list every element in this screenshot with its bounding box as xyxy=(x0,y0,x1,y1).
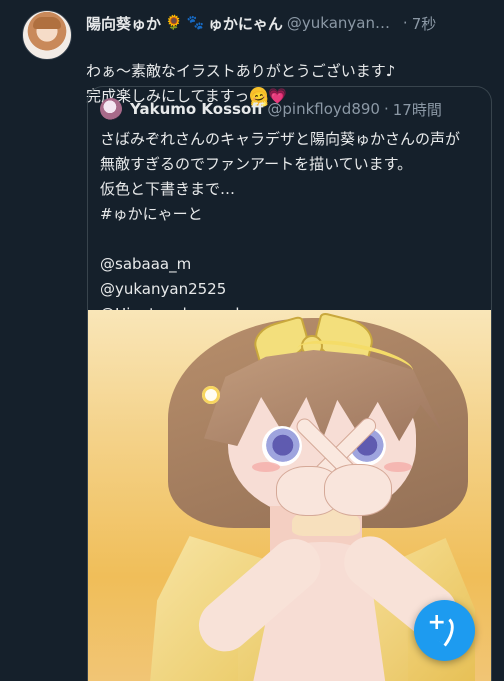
paw-icon: 🐾 xyxy=(186,15,204,31)
quote-avatar[interactable] xyxy=(100,98,122,120)
compose-button[interactable] xyxy=(414,600,475,661)
author-name-suffix[interactable]: ゅかにゃん xyxy=(208,13,283,34)
quote-text: さばみぞれさんのキャラデザと陽向葵ゅかさんの声が 無敵すぎるのでファンアートを描… xyxy=(100,130,461,323)
reply-header: 陽向葵ゅか 🌻 🐾 ゅかにゃん @yukanyan25... · 7秒 xyxy=(86,12,494,34)
quoted-tweet[interactable]: Yakumo Kossoff @pinkfloyd890 · 17時間 さばみぞ… xyxy=(87,86,492,681)
right-fist xyxy=(324,464,392,516)
quote-author-name[interactable]: Yakumo Kossoff xyxy=(130,100,263,118)
author-handle[interactable]: @yukanyan25... xyxy=(287,14,399,32)
feather-plus-icon xyxy=(428,612,462,648)
tweet-timestamp[interactable]: 7秒 xyxy=(412,13,437,34)
avatar[interactable] xyxy=(22,10,72,60)
left-blush xyxy=(252,462,280,472)
quote-separator: · xyxy=(383,100,389,118)
left-eye xyxy=(262,426,302,466)
right-blush xyxy=(384,462,412,472)
quote-author-handle[interactable]: @pinkfloyd890 xyxy=(267,100,380,118)
reply-tweet[interactable]: 陽向葵ゅか 🌻 🐾 ゅかにゃん @yukanyan25... · 7秒 わぁ～素… xyxy=(0,0,504,681)
sunflower-icon: 🌻 xyxy=(165,15,183,31)
hair-flower-icon xyxy=(202,386,220,404)
separator-dot: · xyxy=(402,14,408,32)
author-name[interactable]: 陽向葵ゅか xyxy=(86,13,161,34)
quote-header: Yakumo Kossoff @pinkfloyd890 · 17時間 xyxy=(100,98,483,120)
quote-timestamp[interactable]: 17時間 xyxy=(393,99,442,120)
